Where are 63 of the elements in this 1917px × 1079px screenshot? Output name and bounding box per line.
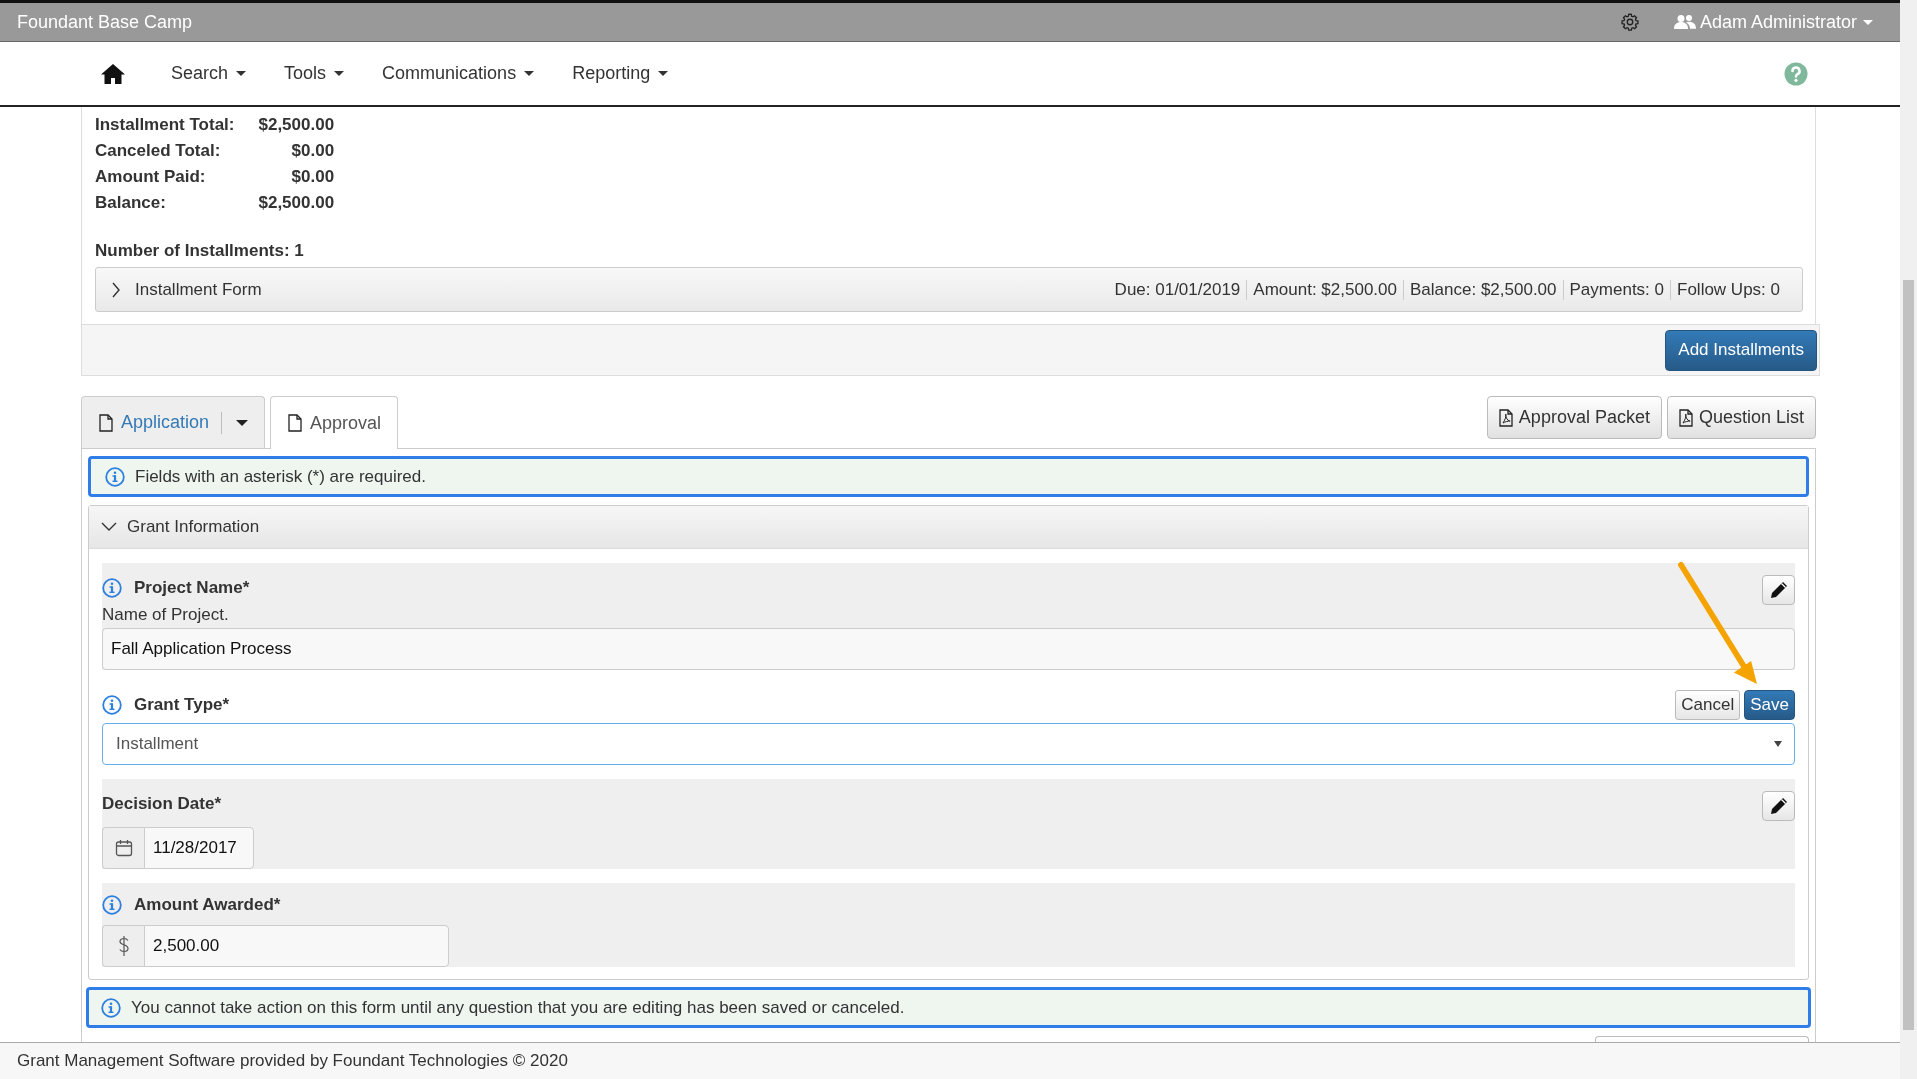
nav-menu[interactable]: Communications bbox=[363, 63, 554, 84]
summary-label: Balance: bbox=[95, 193, 167, 213]
question-label: Decision Date* bbox=[102, 794, 222, 814]
question-label: Grant Type* bbox=[134, 695, 230, 715]
alert-text: Fields with an asterisk (*) are required. bbox=[135, 466, 426, 487]
pdf-button[interactable]: Question List bbox=[1666, 396, 1816, 439]
calendar-icon[interactable] bbox=[102, 827, 144, 869]
info-icon[interactable] bbox=[102, 895, 122, 915]
nav-menu[interactable]: Search bbox=[152, 63, 266, 84]
installment-stat: Amount: $2,500.00 bbox=[1246, 279, 1403, 300]
chevron-icon[interactable] bbox=[101, 522, 117, 532]
tab[interactable]: Approval bbox=[270, 396, 399, 449]
summary-value: $2,500.00 bbox=[258, 193, 335, 213]
dropdown-field[interactable]: Installment bbox=[102, 723, 1795, 765]
settings-icon[interactable] bbox=[1619, 12, 1640, 32]
summary-label: Amount Paid: bbox=[95, 167, 207, 187]
caret-icon[interactable] bbox=[236, 419, 249, 426]
question-description: Name of Project. bbox=[102, 605, 230, 625]
nav-menu[interactable]: Tools bbox=[265, 63, 364, 84]
edit-button[interactable] bbox=[1762, 791, 1795, 821]
installment-stat: Payments: 0 bbox=[1562, 279, 1670, 300]
installment-stat: Due: 01/01/2019 bbox=[1113, 279, 1242, 300]
section-header[interactable]: Grant Information bbox=[89, 506, 1808, 549]
installment-stat: Balance: $2,500.00 bbox=[1403, 279, 1563, 300]
pencil-icon bbox=[1768, 796, 1789, 816]
info-icon bbox=[105, 466, 125, 487]
info-icon[interactable] bbox=[102, 578, 122, 598]
footer-text: Grant Management Software provided by Foundant Technologies © 2020 bbox=[17, 1051, 568, 1071]
chevron-icon[interactable] bbox=[111, 281, 121, 298]
nav-menu[interactable]: Reporting bbox=[553, 63, 688, 84]
document-icon bbox=[288, 414, 303, 432]
summary-value: $0.00 bbox=[290, 141, 335, 161]
pdf-icon bbox=[1678, 408, 1693, 427]
pdf-button[interactable]: Approval Packet bbox=[1486, 396, 1662, 439]
date-field[interactable]: 11/28/2017 bbox=[144, 827, 254, 869]
app-title: Foundant Base Camp bbox=[17, 11, 193, 33]
info-icon[interactable] bbox=[102, 695, 122, 715]
summary-value: $2,500.00 bbox=[258, 115, 335, 135]
section-title: Grant Information bbox=[127, 517, 260, 537]
home-icon[interactable] bbox=[100, 62, 126, 85]
users-icon bbox=[1673, 14, 1696, 30]
pencil-icon bbox=[1768, 580, 1789, 600]
summary-label: Canceled Total: bbox=[95, 141, 222, 161]
alert-text: You cannot take action on this form until any question that you are editing has been saved or canceled. bbox=[131, 997, 905, 1018]
amount-field[interactable]: 2,500.00 bbox=[144, 925, 449, 967]
cancel-button[interactable]: Cancel bbox=[1675, 690, 1741, 720]
summary-value: $0.00 bbox=[290, 167, 335, 187]
scrollbar[interactable] bbox=[1900, 0, 1917, 1079]
installment-row[interactable]: Installment Form Due: 01/01/2019 Amount: $2,500.00 Balance: $2,500.00 Payments: 0 Follow Ups: 0 bbox=[95, 267, 1803, 312]
question-label: Project Name* bbox=[134, 578, 250, 598]
installment-stat: Follow Ups: 0 bbox=[1670, 279, 1786, 300]
edit-button[interactable] bbox=[1762, 575, 1795, 605]
info-icon bbox=[101, 997, 121, 1018]
installment-count: Number of Installments: 1 bbox=[95, 241, 305, 261]
pdf-icon bbox=[1498, 408, 1513, 427]
tab[interactable]: Application bbox=[81, 396, 266, 448]
installment-title: Installment Form bbox=[135, 279, 262, 300]
text-field[interactable]: Fall Application Process bbox=[102, 628, 1795, 670]
question-label: Amount Awarded* bbox=[134, 895, 281, 915]
document-icon bbox=[99, 413, 113, 432]
add-installments-button[interactable]: Add Installments bbox=[1665, 329, 1817, 371]
save-button[interactable]: Save bbox=[1744, 690, 1795, 720]
summary-label: Installment Total: bbox=[95, 115, 235, 135]
